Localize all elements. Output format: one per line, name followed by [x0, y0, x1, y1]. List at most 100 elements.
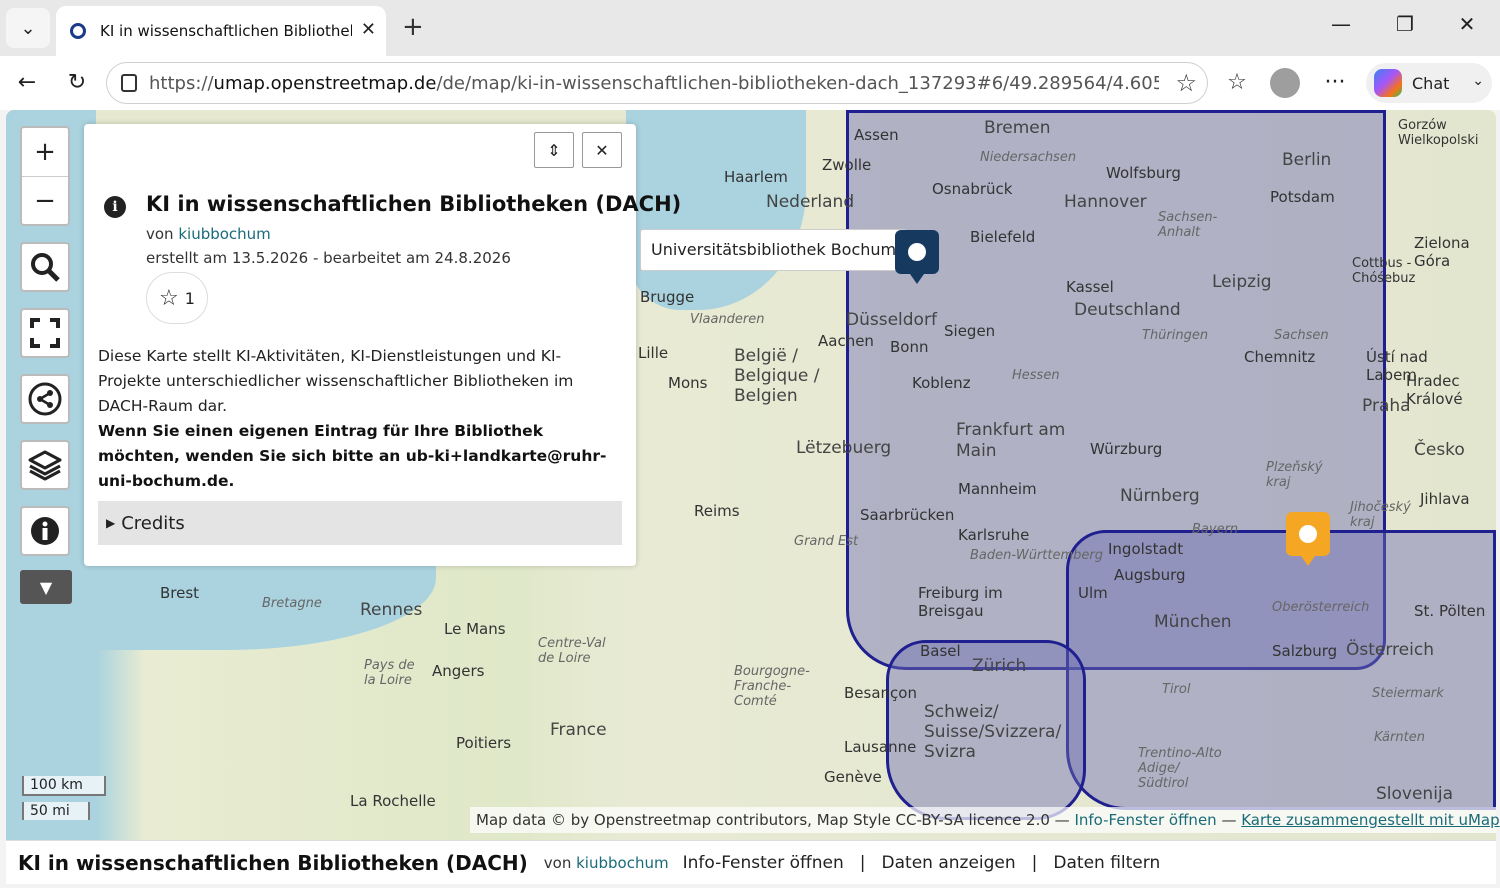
map-label: Würzburg	[1090, 440, 1163, 458]
attribution-info-link[interactable]: Info-Fenster öffnen	[1074, 811, 1216, 829]
map-label: Lille	[638, 344, 669, 362]
map-label: Jihočeský kraj	[1350, 500, 1411, 530]
url-text[interactable]: https://umap.openstreetmap.de/de/map/ki-…	[149, 73, 1159, 94]
map-label: Assen	[854, 126, 899, 144]
fullscreen-icon	[30, 318, 60, 348]
panel-close-button[interactable]: ✕	[582, 132, 622, 168]
restore-window-button[interactable]: ❐	[1390, 12, 1420, 36]
map-label: Deutschland	[1074, 300, 1181, 320]
map-label: Genève	[824, 768, 882, 786]
map-label: Ingolstadt	[1108, 540, 1184, 558]
map-label: Kassel	[1066, 278, 1114, 296]
map-label: Mannheim	[958, 480, 1037, 498]
map-label: Steiermark	[1372, 686, 1444, 701]
umap-favicon-icon	[70, 23, 86, 39]
map-marker-bochum[interactable]	[895, 230, 939, 284]
search-button[interactable]	[20, 242, 70, 292]
footer-author-link[interactable]: kiubbochum	[576, 854, 668, 872]
close-window-button[interactable]: ✕	[1452, 12, 1482, 36]
map-label: Hradec Králové	[1406, 372, 1463, 408]
copilot-icon	[1374, 69, 1402, 97]
footer-info-link[interactable]: Info-Fenster öffnen	[683, 853, 844, 873]
map-label: Centre-Val de Loire	[538, 636, 606, 666]
profile-avatar[interactable]	[1270, 68, 1300, 98]
map-label: Österreich	[1346, 640, 1434, 660]
minimize-window-button[interactable]: —	[1326, 12, 1356, 36]
map-label: Bielefeld	[970, 228, 1036, 246]
map-label: Frankfurt am Main	[956, 420, 1066, 461]
fullscreen-button[interactable]	[20, 308, 70, 358]
scale-mi: 50 mi	[22, 802, 90, 820]
panel-resize-button[interactable]: ⇕	[534, 132, 574, 168]
share-icon	[28, 382, 62, 416]
back-button[interactable]: ←	[12, 68, 42, 98]
copilot-chat-button[interactable]: Chat ⌄	[1366, 63, 1492, 103]
map-label: Hessen	[1012, 368, 1060, 383]
tab-actions-menu-button[interactable]: ⌄	[6, 8, 50, 48]
map-label: Ulm	[1078, 584, 1108, 602]
footer-filter-link[interactable]: Daten filtern	[1053, 853, 1160, 873]
footer-author: von kiubbochum	[544, 854, 669, 872]
caret-down-icon: ▼	[39, 577, 53, 597]
map-label: Hannover	[1064, 192, 1147, 212]
map-label: Praha	[1362, 396, 1411, 416]
map-label: Mons	[668, 374, 708, 392]
tab-close-icon[interactable]: ✕	[361, 19, 376, 40]
author-link[interactable]: kiubbochum	[178, 225, 270, 243]
more-menu-icon[interactable]: ···	[1320, 68, 1350, 98]
map-label: Augsburg	[1114, 566, 1186, 584]
chevron-down-icon[interactable]: ⌄	[1472, 73, 1484, 89]
map-label: Bourgogne-Franche-Comté	[734, 664, 810, 709]
map-label: Tirol	[1162, 682, 1191, 697]
map-label: Pays de la Loire	[364, 658, 415, 688]
info-icon	[31, 517, 59, 545]
triangle-right-icon: ▶	[106, 516, 116, 530]
search-icon	[31, 253, 60, 282]
star-map-button[interactable]: ☆ 1	[146, 272, 208, 324]
map-label: Lausanne	[844, 738, 917, 756]
map-label: Grand Est	[794, 534, 859, 549]
map-label: Freiburg im Breisgau	[918, 584, 1003, 620]
map-label: Rennes	[360, 600, 423, 620]
url-prefix: https://	[149, 73, 214, 94]
contact-note: Wenn Sie einen eigenen Eintrag für Ihre …	[98, 422, 607, 490]
map-label: Bayern	[1192, 522, 1239, 537]
map-label: Česko	[1414, 440, 1465, 460]
favorites-icon[interactable]: ☆	[1222, 68, 1252, 98]
map-label: Jihlava	[1420, 490, 1470, 508]
new-tab-button[interactable]: +	[402, 12, 424, 42]
favorite-star-icon[interactable]: ☆	[1175, 69, 1197, 97]
credits-toggle[interactable]: ▶ Credits	[98, 501, 622, 545]
map-label: St. Pölten	[1414, 602, 1486, 620]
layers-button[interactable]	[20, 440, 70, 490]
zoom-control: + −	[20, 126, 70, 226]
by-prefix: von	[543, 853, 577, 872]
map-label: La Rochelle	[350, 792, 436, 810]
footer-separator: |	[1031, 852, 1038, 873]
zoom-out-button[interactable]: −	[22, 176, 68, 224]
zoom-in-button[interactable]: +	[22, 128, 68, 176]
address-bar[interactable]: https://umap.openstreetmap.de/de/map/ki-…	[106, 62, 1208, 104]
map-label: France	[550, 720, 607, 740]
panel-dates: erstellt am 13.5.2026 - bearbeitet am 24…	[146, 249, 511, 267]
more-controls-button[interactable]: ▼	[20, 570, 72, 604]
panel-author: von kiubbochum	[146, 225, 271, 243]
about-button[interactable]	[20, 506, 70, 556]
footer-data-link[interactable]: Daten anzeigen	[882, 853, 1016, 873]
map-footer: KI in wissenschaftlichen Bibliotheken (D…	[6, 840, 1496, 884]
map-label: Salzburg	[1272, 642, 1338, 660]
browser-tab[interactable]: KI in wissenschaftlichen Bibliotheken ✕	[56, 6, 386, 56]
by-prefix: von	[146, 225, 179, 243]
info-icon: i	[104, 196, 126, 218]
reload-button[interactable]: ↻	[62, 68, 92, 98]
map-label: Slovenija	[1376, 784, 1454, 804]
attribution-separator: —	[1216, 811, 1242, 829]
map-label: Niedersachsen	[980, 150, 1077, 165]
tab-title: KI in wissenschaftlichen Bibliotheken	[100, 22, 352, 40]
attribution-umap-link[interactable]: Karte zusammengestellt mit uMap	[1241, 811, 1499, 829]
star-count: 1	[184, 288, 195, 308]
map-marker[interactable]	[1286, 512, 1330, 566]
share-button[interactable]	[20, 374, 70, 424]
map-label: Nürnberg	[1120, 486, 1200, 506]
map-label: Besançon	[844, 684, 917, 702]
